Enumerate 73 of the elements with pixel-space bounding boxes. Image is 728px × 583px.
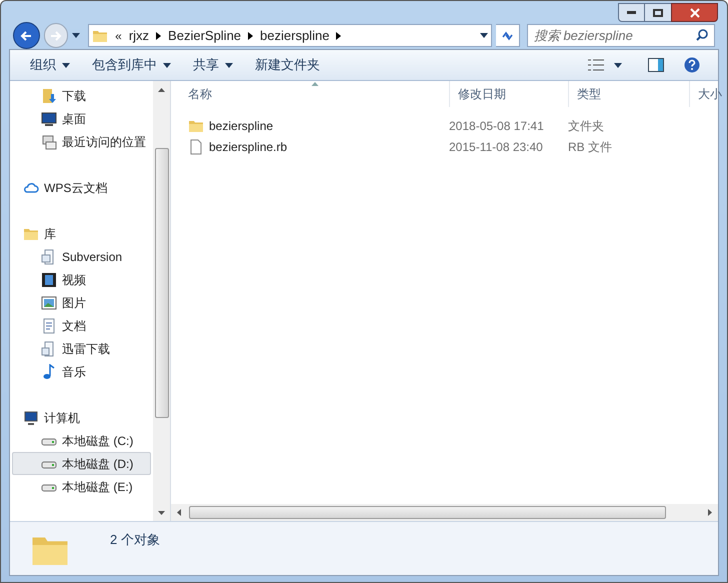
download-folder-icon xyxy=(41,88,57,104)
chevron-right-icon xyxy=(248,32,254,40)
scroll-down-icon[interactable] xyxy=(158,510,165,514)
caret-icon xyxy=(225,62,233,68)
nav-item[interactable]: 文档 xyxy=(12,314,151,337)
chevron-right-icon xyxy=(336,32,342,40)
close-icon xyxy=(690,8,700,18)
breadcrumb[interactable]: rjxz xyxy=(128,26,150,46)
item-count: 2 个对象 xyxy=(110,531,160,549)
monitor-icon xyxy=(41,110,57,126)
horizontal-scrollbar[interactable] xyxy=(171,504,718,521)
toolbar-button[interactable]: 组织 xyxy=(20,53,80,77)
table-cell-text: 2015-11-08 23:40 xyxy=(449,138,544,156)
recent-places-icon xyxy=(41,134,57,150)
overflow-chevron[interactable]: « xyxy=(115,26,122,44)
nav-item[interactable]: 桌面 xyxy=(12,107,151,130)
nav-item[interactable]: 最近访问的位置 xyxy=(12,130,151,153)
breadcrumb[interactable]: BezierSpline xyxy=(168,26,242,46)
file-name[interactable]: bezierspline.rb xyxy=(209,138,288,156)
refresh-button[interactable] xyxy=(496,24,520,47)
scroll-left-icon[interactable] xyxy=(177,509,181,516)
computer-icon xyxy=(23,410,39,426)
nav-item[interactable]: 迅雷下载 xyxy=(12,337,151,360)
scrollbar-thumb[interactable] xyxy=(189,506,666,519)
toolbar-button[interactable]: 包含到库中 xyxy=(82,53,181,77)
nav-item[interactable]: Subversion xyxy=(12,245,151,268)
toolbar-button[interactable]: 新建文件夹 xyxy=(245,53,330,77)
toolbar-button[interactable]: 共享 xyxy=(183,53,243,77)
document-icon xyxy=(41,318,57,334)
table-cell-text: RB 文件 xyxy=(568,138,612,156)
nav-group-header[interactable]: WPS云文档 xyxy=(44,178,108,196)
nav-group-header[interactable]: 计算机 xyxy=(44,408,80,426)
help-icon xyxy=(684,57,700,73)
breadcrumb[interactable]: bezierspline xyxy=(260,26,330,46)
search-icon xyxy=(695,28,709,42)
chevron-right-icon xyxy=(156,32,162,40)
caret-icon xyxy=(614,62,622,68)
caret-icon xyxy=(163,62,171,68)
pane-icon xyxy=(648,58,664,72)
vertical-scrollbar[interactable] xyxy=(153,81,170,521)
file-icon xyxy=(188,138,204,154)
close-button[interactable] xyxy=(671,3,718,22)
nav-item[interactable]: 本地磁盘 (D:) xyxy=(12,452,151,475)
caret-icon xyxy=(480,33,488,38)
nav-item[interactable]: 本地磁盘 (C:) xyxy=(12,429,151,452)
scroll-right-icon[interactable] xyxy=(708,509,712,516)
column-header[interactable]: 名称 xyxy=(180,81,450,107)
nav-group-header[interactable]: 库 xyxy=(44,224,56,242)
column-header[interactable]: 修改日期 xyxy=(450,81,569,107)
list-view-icon xyxy=(588,59,604,71)
search-field[interactable]: 搜索 bezierspline xyxy=(526,24,715,47)
column-header[interactable]: 类型 xyxy=(569,81,690,107)
table-cell-text: 文件夹 xyxy=(568,118,604,134)
maximize-button[interactable] xyxy=(645,3,671,22)
file-name[interactable]: bezierspline xyxy=(209,116,274,134)
address-bar[interactable]: « rjxz BezierSpline bezierspline xyxy=(88,24,492,47)
caret-icon xyxy=(62,62,70,68)
arrow-right-icon xyxy=(50,30,62,42)
scrollbar-thumb[interactable] xyxy=(154,148,168,418)
minimize-button[interactable] xyxy=(618,3,645,22)
table-cell-text: 2018-05-08 17:41 xyxy=(449,118,545,134)
nav-item[interactable]: 音乐 xyxy=(12,360,151,383)
music-note-icon xyxy=(41,364,57,380)
film-icon xyxy=(41,272,57,288)
nav-item[interactable]: 图片 xyxy=(12,291,151,314)
picture-icon xyxy=(41,294,57,310)
scroll-up-icon[interactable] xyxy=(158,88,165,92)
nav-item[interactable]: 视频 xyxy=(12,268,151,291)
back-button[interactable] xyxy=(13,22,40,49)
arrow-left-icon xyxy=(20,30,32,42)
nav-item[interactable]: 下载 xyxy=(12,84,151,107)
nav-item[interactable]: 本地磁盘 (E:) xyxy=(12,475,151,498)
caret-icon xyxy=(72,33,80,38)
